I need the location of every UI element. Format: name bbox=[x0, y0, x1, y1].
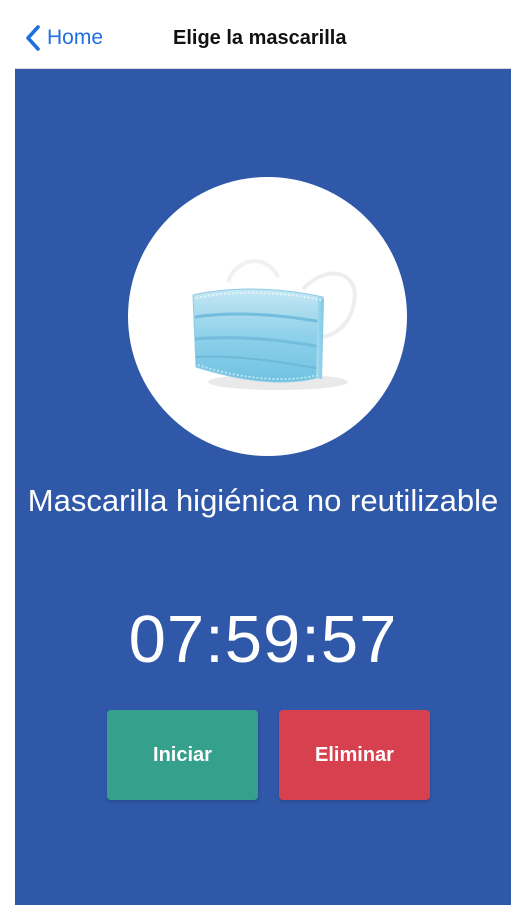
mask-image bbox=[128, 177, 407, 456]
back-button[interactable]: Home bbox=[25, 23, 103, 53]
navigation-bar: Home Elige la mascarilla bbox=[15, 7, 511, 69]
chevron-left-icon bbox=[25, 24, 41, 52]
app-screen: Home Elige la mascarilla Mascarilla higi… bbox=[15, 7, 511, 905]
countdown-timer: 07:59:57 bbox=[128, 602, 398, 677]
page-title: Elige la mascarilla bbox=[173, 27, 347, 49]
delete-button[interactable]: Eliminar bbox=[279, 710, 430, 800]
back-button-label: Home bbox=[47, 26, 104, 49]
mask-name: Mascarilla higiénica no reutilizable bbox=[27, 483, 499, 518]
surgical-mask-icon bbox=[192, 259, 357, 390]
start-button[interactable]: Iniciar bbox=[107, 710, 258, 800]
